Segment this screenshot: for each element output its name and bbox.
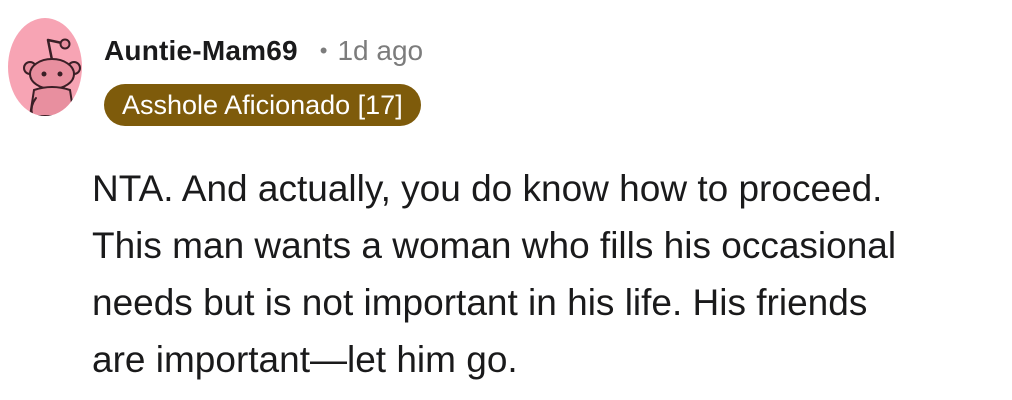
comment-body-line: are important—let him go. [92,339,518,380]
comment-timestamp[interactable]: 1d ago [337,28,423,74]
comment-body-line: NTA. And actually, you do know how to pr… [92,168,883,209]
comment-body-line: needs but is not important in his life. … [92,282,868,323]
user-avatar[interactable] [8,18,82,116]
meta-separator: • [319,38,328,63]
author-username[interactable]: Auntie-Mam69 [104,28,298,74]
comment-meta: Auntie-Mam69 • 1d ago [104,28,423,74]
comment: Auntie-Mam69 • 1d ago Asshole Aficionado… [0,0,1012,400]
comment-body: NTA. And actually, you do know how to pr… [92,160,1004,388]
user-flair-badge: Asshole Aficionado [17] [104,84,421,126]
snoo-avatar-icon [23,38,81,116]
comment-body-line: This man wants a woman who fills his occ… [92,225,897,266]
